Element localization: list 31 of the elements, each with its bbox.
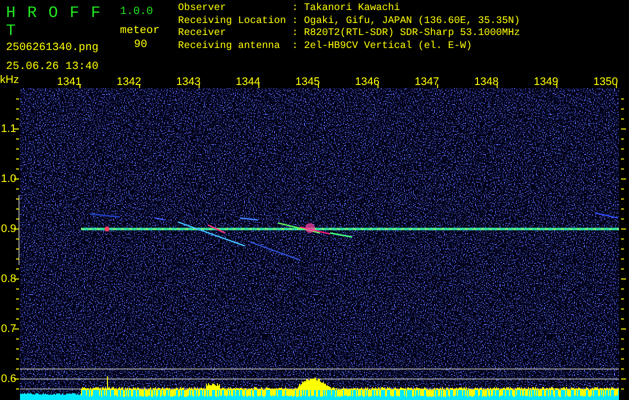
field-value: : Takanori Kawachi [292, 3, 400, 14]
category-label: meteor [120, 24, 160, 37]
field-value: : 2el-HB9CV Vertical (el. E-W) [292, 40, 472, 52]
field-label: Receiving antenna [178, 40, 282, 54]
y-axis-label: 0.7 [1, 323, 16, 335]
version-label: 1.0.0 [120, 6, 154, 18]
x-axis-label: 1348 [474, 76, 499, 88]
x-axis-label: 1341 [57, 76, 82, 88]
file-name: 2506261340.png [6, 42, 98, 54]
field-label: Receiving Location [178, 16, 288, 28]
field-value: : Ogaki, Gifu, JAPAN (136.60E, 35.35N) [292, 16, 520, 27]
x-axis-label: 1344 [236, 76, 260, 88]
y-axis-label: 0.9 [1, 223, 16, 235]
count-value: 90 [134, 39, 148, 52]
x-axis-label: 1342 [116, 76, 142, 88]
y-axis-label: 0.8 [1, 273, 16, 285]
y-axis-label: 1.0 [1, 173, 16, 185]
x-axis-label: 1343 [176, 76, 201, 88]
field-label: Observer [178, 3, 228, 16]
field-value: : R820T2(RTL-SDR) SDR-Sharp 53.1000MHz [292, 28, 520, 40]
x-axis-label: 1347 [414, 76, 440, 88]
field-label: Receiver [178, 28, 228, 40]
app-name: H R O F F T [6, 4, 102, 40]
x-axis-label: 1345 [295, 76, 320, 88]
timestamp: 25.06.26 13:40 [6, 60, 98, 73]
x-axis-label: 1346 [355, 76, 380, 88]
y-axis-label: 1.1 [1, 123, 16, 135]
x-axis-label: 1349 [534, 76, 558, 88]
y-axis-label: 0.6 [1, 373, 16, 385]
x-axis-label: 1350 [593, 76, 618, 88]
axis-unit: kHz [0, 74, 19, 86]
